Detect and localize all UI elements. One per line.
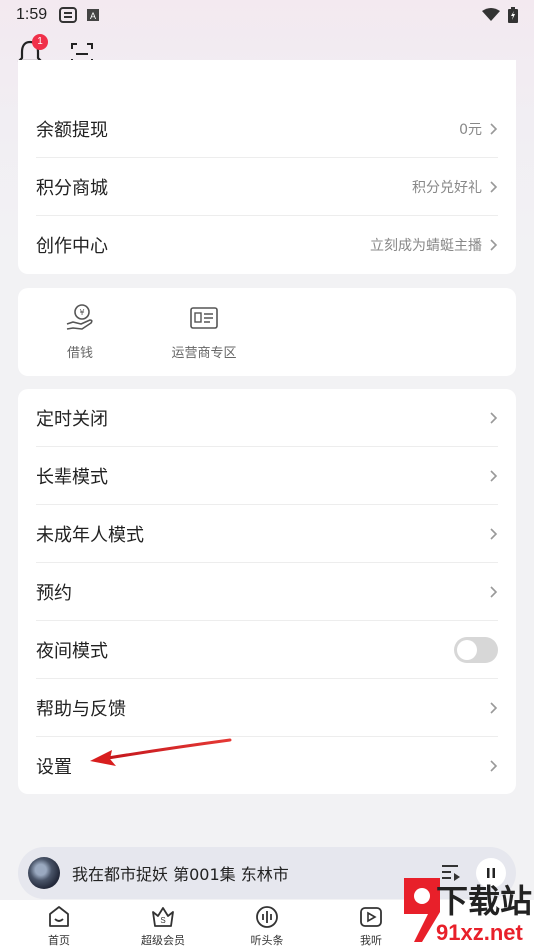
tab-headlines[interactable]: 听头条 [232,904,302,948]
status-bar: 1:59 A [0,0,534,30]
menu-item-label: 长辈模式 [36,466,108,488]
annotation-arrow [90,738,232,766]
menu-item-help-feedback[interactable]: 帮助与反馈 [36,679,498,737]
chevron-right-icon [490,469,498,482]
player-title: 我在都市捉妖 第001集 东林市 [72,865,289,884]
menu-item-label: 积分商城 [36,177,108,199]
chevron-right-icon [490,239,498,251]
chevron-right-icon [490,701,498,714]
loan-icon: ¥ [66,304,93,330]
audio-wave-icon [256,906,278,928]
chevron-right-icon [490,180,498,193]
svg-text:¥: ¥ [79,308,84,317]
toggle-knob [457,639,477,660]
menu-item-value: 立刻成为蜻蜓主播 [370,238,482,254]
vip-icon: S [152,907,174,927]
chevron-right-icon [490,411,498,424]
tab-label: 我听 [360,934,382,947]
chevron-right-icon [490,527,498,540]
svg-text:S: S [160,916,165,925]
menu-item-label: 夜间模式 [36,640,108,662]
menu-item-points-mall[interactable]: 积分商城 积分兑好礼 [36,158,498,216]
watermark-url: 91xz.net [436,920,523,945]
menu-item-value: 0元 [459,121,482,138]
svg-text:A: A [90,11,96,21]
menu-item-value: 积分兑好礼 [412,179,482,196]
watermark: 下载站 91xz.net [400,872,534,950]
menu-item-creator-center[interactable]: 创作中心 立刻成为蜻蜓主播 [36,216,498,274]
menu-item-label: 余额提现 [36,119,108,141]
tab-label: 听头条 [250,934,284,947]
menu-item-label: 设置 [36,757,72,778]
battery-icon [508,7,518,23]
sim-icon [59,7,78,23]
menu-item-label: 预约 [36,582,72,604]
chevron-right-icon [490,760,498,772]
tool-label: 借钱 [66,346,93,361]
wifi-icon [482,8,500,21]
menu-item-night-mode: 夜间模式 [36,621,498,679]
menu-item-label: 创作中心 [36,236,108,257]
watermark-text: 下载站 [436,882,533,920]
keyboard-a-icon: A [87,9,100,21]
tool-label: 运营商专区 [171,346,237,361]
tab-label: 超级会员 [141,934,185,947]
tab-label: 首页 [48,934,70,947]
menu-item-reservation[interactable]: 预约 [36,563,498,621]
tab-home[interactable]: 首页 [24,904,94,948]
home-icon [49,906,69,927]
tool-loan[interactable]: ¥ 借钱 [20,302,140,361]
tools-card: ¥ 借钱 运营商专区 [18,288,516,376]
status-time: 1:59 [16,6,48,23]
night-mode-toggle[interactable] [454,636,498,663]
account-menu-card: 余额提现 0元 积分商城 积分兑好礼 创作中心 立刻成为蜻蜓主播 [18,60,516,274]
menu-item-sleep-timer[interactable]: 定时关闭 [36,389,498,447]
menu-item-minor-mode[interactable]: 未成年人模式 [36,505,498,563]
notification-badge: 1 [32,34,48,50]
menu-item-label: 定时关闭 [36,408,108,430]
tab-super-vip[interactable]: S 超级会员 [128,904,198,948]
menu-item-withdraw[interactable]: 余额提现 0元 [36,100,498,158]
carrier-icon [190,307,218,329]
tool-carrier-zone[interactable]: 运营商专区 [144,302,264,361]
menu-item-label: 未成年人模式 [36,524,144,546]
chevron-right-icon [490,585,498,598]
play-box-icon [360,907,382,927]
menu-item-label: 帮助与反馈 [36,698,126,720]
tab-my-listening[interactable]: 我听 [336,904,406,948]
menu-item-elder-mode[interactable]: 长辈模式 [36,447,498,505]
album-cover [28,857,60,889]
chevron-right-icon [490,122,498,135]
